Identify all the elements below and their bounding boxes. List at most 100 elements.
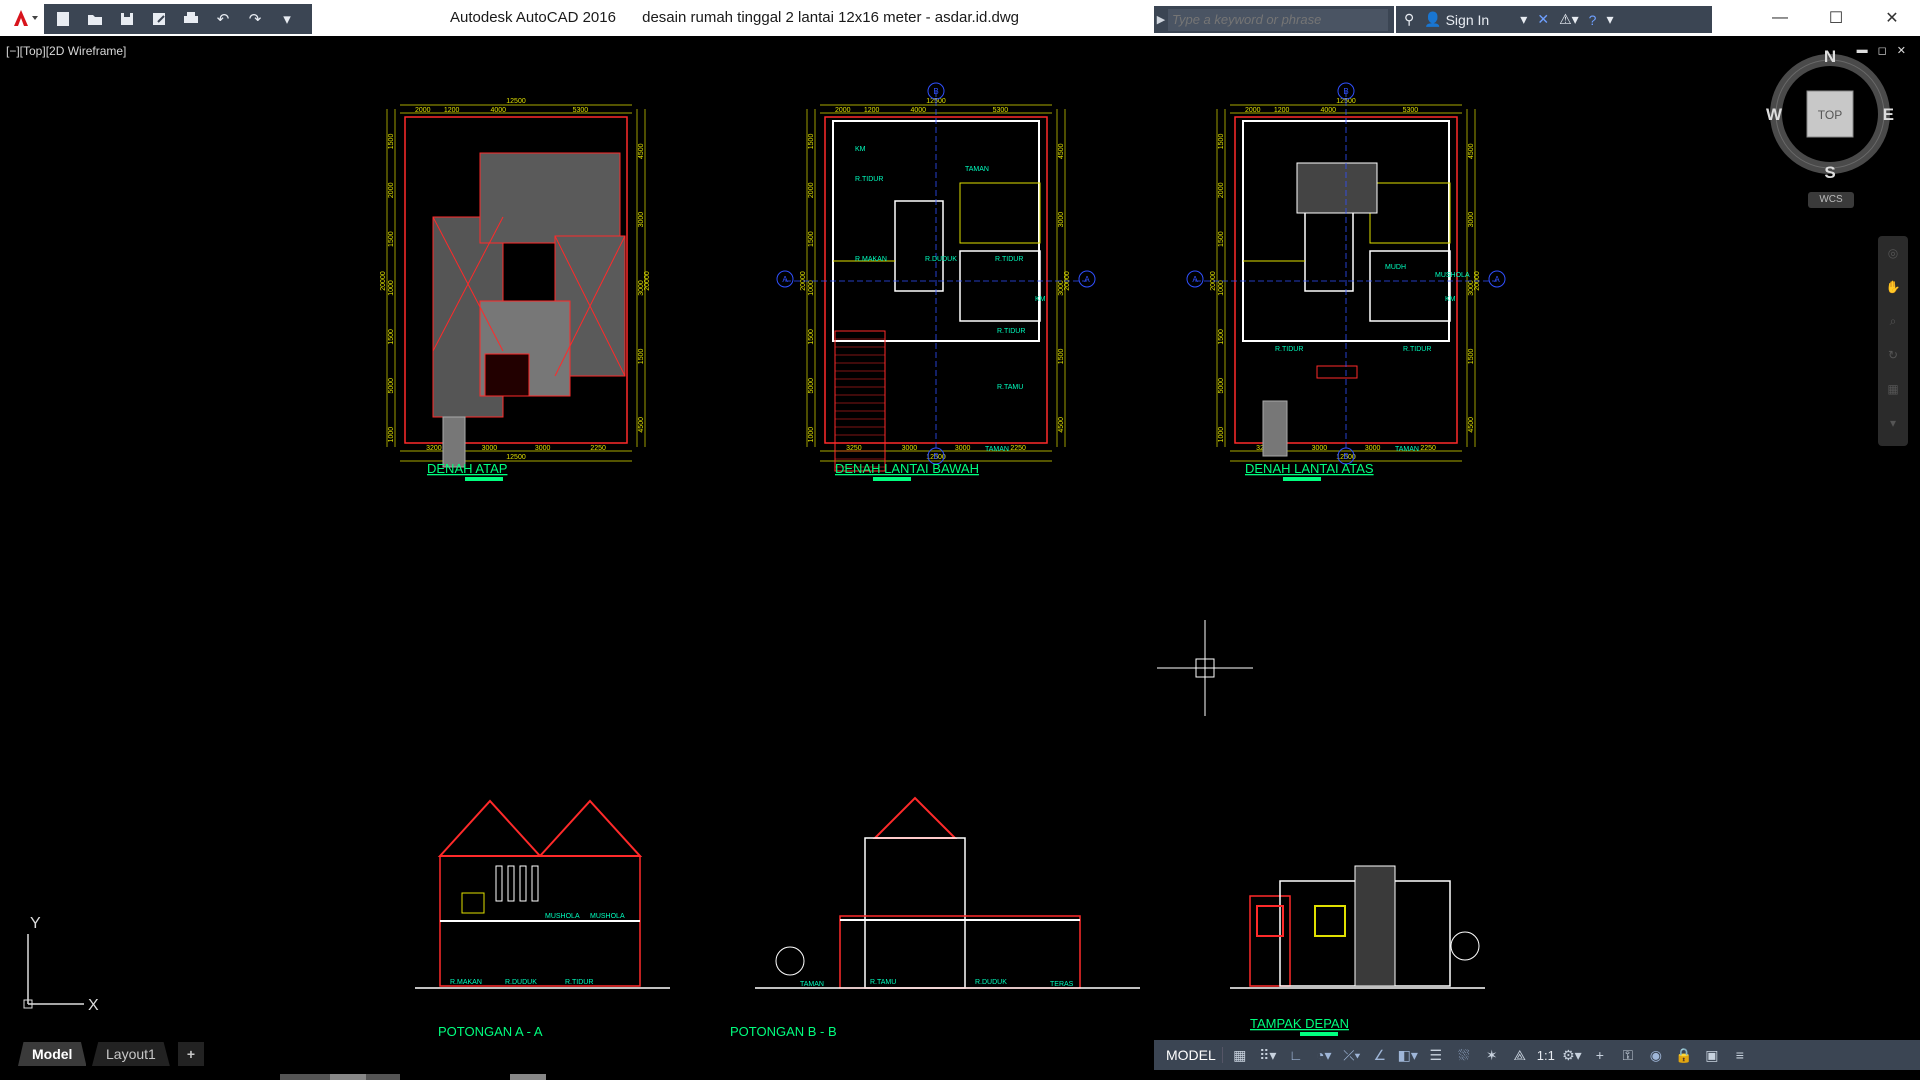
room-label: R.TIDUR — [995, 256, 1023, 263]
application-menu-button[interactable] — [4, 4, 42, 32]
dimension-text: 2250 — [1010, 445, 1026, 452]
help-dropdown-icon[interactable]: ▾ — [1606, 11, 1613, 28]
workspace-icon[interactable]: ⚙▾ — [1561, 1047, 1583, 1064]
tab-model[interactable]: Model — [18, 1042, 87, 1066]
sign-in-button[interactable]: 👤 Sign In ▾ — [1424, 11, 1527, 28]
drawing-title: DENAH LANTAI ATAS — [1245, 461, 1374, 476]
ortho-icon[interactable]: ∟ — [1285, 1047, 1307, 1063]
room-label: KM — [1445, 296, 1456, 303]
a360-icon[interactable]: ⚠▾ — [1559, 11, 1579, 28]
snap-icon[interactable]: ⠿▾ — [1257, 1047, 1279, 1064]
drawing-title: POTONGAN A - A — [438, 1024, 543, 1036]
window-title: Autodesk AutoCAD 2016 desain rumah tingg… — [450, 9, 1019, 26]
facade-column — [1354, 865, 1396, 987]
annotation-scale-value[interactable]: 1:1 — [1537, 1048, 1555, 1063]
compass-south[interactable]: S — [1824, 163, 1835, 182]
open-icon[interactable] — [82, 8, 108, 30]
selection-cycling-icon[interactable]: ⛆ — [1453, 1047, 1475, 1064]
dimension-text: 4500 — [1468, 143, 1475, 159]
maximize-button[interactable]: ☐ — [1808, 0, 1864, 36]
viewcube[interactable]: TOP N S E W — [1760, 44, 1900, 184]
room-label: TAMAN — [965, 166, 989, 173]
save-as-icon[interactable] — [146, 8, 172, 30]
add-layout-button[interactable]: + — [178, 1042, 204, 1066]
pan-icon[interactable]: ✋ — [1878, 270, 1908, 304]
osnap-icon[interactable]: ⤫▾ — [1341, 1047, 1363, 1064]
dimension-text: 4000 — [910, 107, 926, 114]
customize-status-icon[interactable]: ≡ — [1729, 1047, 1751, 1063]
room-label: MUSHOLA — [590, 913, 625, 920]
viewport-controls-label[interactable]: [−][Top][2D Wireframe] — [6, 44, 126, 58]
compass-east[interactable]: E — [1883, 105, 1894, 124]
section-drawing: TAMAN R.TAMU R.DUDUK TERAS POTONGAN B - B — [730, 796, 1140, 1036]
orbit-icon[interactable]: ↻ — [1878, 338, 1908, 372]
dimension-text: 1500 — [808, 231, 815, 247]
undo-icon[interactable]: ↶ — [210, 8, 236, 30]
help-icon[interactable]: ? — [1589, 12, 1597, 28]
exchange-icon[interactable]: ✕ — [1537, 11, 1549, 28]
annotation-visibility-icon[interactable]: ✶ — [1481, 1047, 1503, 1064]
viewcube-face-label: TOP — [1818, 108, 1842, 122]
lineweight-icon[interactable]: ◧▾ — [1397, 1047, 1419, 1064]
compass-west[interactable]: W — [1766, 105, 1783, 124]
room-label: KM — [1035, 296, 1046, 303]
model-space-canvas[interactable]: 12500 2000 1200 4000 5300 3200 3000 3000 2250 125… — [0, 36, 1920, 1036]
dimension-text: 1500 — [1058, 349, 1065, 365]
wcs-menu[interactable]: WCS — [1808, 192, 1854, 208]
dimension-text: 1000 — [1218, 280, 1225, 296]
dimension-total-side: 20000 — [644, 271, 651, 291]
dimension-text: 3000 — [482, 445, 498, 452]
scrollbar-thumb-secondary[interactable] — [510, 1074, 546, 1080]
room-label: R.DUDUK — [505, 979, 537, 986]
title-scale-bar — [873, 477, 911, 481]
dimension-text: 1200 — [1274, 107, 1290, 114]
redo-icon[interactable]: ↷ — [242, 8, 268, 30]
polar-icon[interactable]: ◔▾ — [1313, 1047, 1335, 1064]
dimension-text: 4500 — [638, 143, 645, 159]
room-label: TAMAN — [985, 446, 1009, 453]
otrack-icon[interactable]: ∠ — [1369, 1047, 1391, 1064]
annotation-monitor-icon[interactable]: + — [1589, 1047, 1611, 1063]
binoculars-icon[interactable]: ⚲ — [1404, 11, 1414, 28]
drawing-area[interactable]: 12500 2000 1200 4000 5300 3200 3000 3000 2250 125… — [0, 36, 1920, 1036]
scrollbar-thumb[interactable] — [330, 1074, 366, 1080]
units-icon[interactable]: ⚿ — [1617, 1047, 1639, 1064]
search-input[interactable] — [1168, 8, 1388, 31]
annotation-scale-icon[interactable]: ⟁ — [1509, 1047, 1531, 1064]
zoom-icon[interactable]: ⌕ — [1878, 304, 1908, 338]
showmotion-icon[interactable]: ▦ — [1878, 372, 1908, 406]
dimension-text: 3000 — [1365, 445, 1381, 452]
room-label: MUDH — [1385, 264, 1406, 271]
compass-north[interactable]: N — [1824, 47, 1836, 66]
section-wall — [864, 837, 966, 989]
grid-marker-label: A — [782, 275, 788, 284]
dimension-text: 3000 — [638, 212, 645, 228]
steering-wheel-icon[interactable]: ◎ — [1878, 236, 1908, 270]
dimension-text: 1500 — [1218, 134, 1225, 150]
tab-layout1[interactable]: Layout1 — [92, 1042, 170, 1066]
window-frame — [495, 865, 503, 902]
navbar-menu-icon[interactable]: ▾ — [1878, 406, 1908, 440]
customize-icon[interactable]: ▾ — [274, 8, 300, 30]
model-space-button[interactable]: MODEL — [1160, 1047, 1223, 1063]
quick-properties-icon[interactable]: ◉ — [1645, 1047, 1667, 1064]
save-icon[interactable] — [114, 8, 140, 30]
drawing-title: TAMPAK DEPAN — [1250, 1016, 1349, 1031]
title-scale-bar — [1300, 1032, 1338, 1036]
dimension-text: 3000 — [955, 445, 971, 452]
grid-marker-label: B — [933, 452, 938, 461]
grid-icon[interactable]: ▦ — [1229, 1047, 1251, 1064]
lock-ui-icon[interactable]: 🔒 — [1673, 1047, 1695, 1064]
minimize-button[interactable]: — — [1752, 0, 1808, 36]
quick-access-toolbar: ↶ ↷ ▾ — [44, 4, 312, 34]
dimension-text: 2250 — [1420, 445, 1436, 452]
close-button[interactable]: ✕ — [1864, 0, 1920, 36]
clean-screen-icon[interactable]: ▣ — [1701, 1047, 1723, 1064]
new-icon[interactable] — [50, 8, 76, 30]
search-expand-icon[interactable]: ▶ — [1154, 13, 1168, 26]
app-name: Autodesk AutoCAD 2016 — [450, 9, 616, 26]
transparency-icon[interactable]: ☰ — [1425, 1047, 1447, 1064]
status-bar: MODEL ▦ ⠿▾ ∟ ◔▾ ⤫▾ ∠ ◧▾ ☰ ⛆ ✶ ⟁ 1:1 ⚙▾ +… — [1154, 1040, 1920, 1070]
plot-icon[interactable] — [178, 8, 204, 30]
room-label: TERAS — [1050, 981, 1074, 988]
